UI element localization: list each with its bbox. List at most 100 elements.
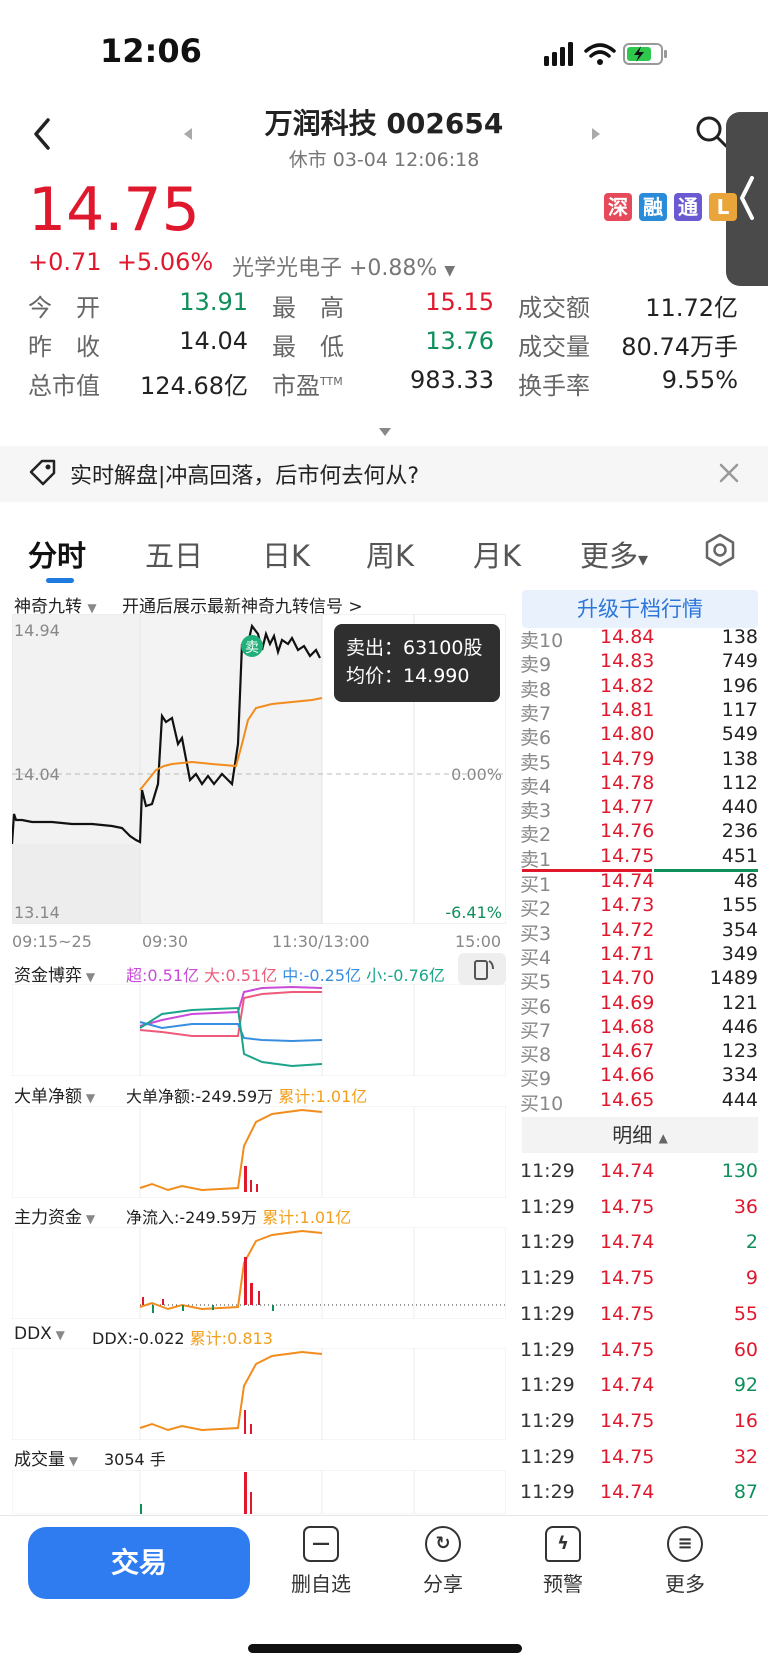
- volume-panel-selector[interactable]: 成交量 ▼: [14, 1445, 78, 1470]
- ddx-chart: [12, 1348, 506, 1440]
- orderbook-row: 买10 14.65 444: [520, 1088, 758, 1115]
- orderbook-level: 买7: [520, 1019, 552, 1042]
- nav-alert[interactable]: ϟ 预警: [528, 1526, 598, 1597]
- detail-time: 11:29: [520, 1302, 575, 1325]
- capital-chart: [12, 984, 506, 1076]
- expand-stats-icon[interactable]: [378, 427, 392, 437]
- detail-volume: 2: [745, 1231, 758, 1254]
- sector-change[interactable]: 光学光电子 +0.88% ▼: [232, 250, 455, 282]
- orderbook-level: 买10: [520, 1092, 564, 1115]
- settings-icon[interactable]: [702, 532, 738, 568]
- home-indicator: [248, 1644, 522, 1653]
- nav-label: 更多: [665, 1572, 705, 1596]
- bignet-chart: [12, 1106, 506, 1198]
- stat-label: 成交量: [518, 333, 590, 361]
- share-icon: ↻: [425, 1526, 461, 1562]
- trade-detail-row: 11:29 14.75 36: [520, 1196, 758, 1232]
- status-icons: [544, 42, 667, 66]
- detail-time: 11:29: [520, 1338, 575, 1361]
- tab-4[interactable]: 月K: [473, 533, 521, 575]
- y-high-label: 14.94: [14, 621, 60, 640]
- orderbook-volume: 117: [721, 698, 758, 721]
- orderbook-level: 买8: [520, 1044, 552, 1067]
- orderbook-price: 14.83: [600, 650, 655, 673]
- tab-3[interactable]: 周K: [366, 533, 414, 575]
- orderbook-volume: 444: [721, 1088, 758, 1111]
- caret-down-icon: ▼: [444, 263, 456, 279]
- orderbook-row: 买3 14.72 354: [520, 918, 758, 945]
- orderbook-row: 卖1 14.75 451: [520, 845, 758, 871]
- stat-value: 13.91: [179, 288, 248, 316]
- upgrade-orderbook-button[interactable]: 升级千档行情: [522, 590, 758, 628]
- close-icon[interactable]: [718, 462, 740, 484]
- detail-label: 明细: [612, 1123, 653, 1147]
- trade-button[interactable]: 交易: [28, 1527, 250, 1599]
- detail-volume: 16: [733, 1409, 758, 1432]
- orderbook-level: 卖4: [520, 775, 552, 798]
- x-label-midday: 11:30/13:00: [272, 932, 370, 951]
- nav-share[interactable]: ↻ 分享: [408, 1526, 478, 1597]
- search-icon[interactable]: [694, 114, 730, 150]
- orderbook-volume: 440: [721, 796, 758, 819]
- nav-label: 删自选: [291, 1572, 351, 1596]
- detail-volume: 87: [733, 1481, 758, 1504]
- rotate-screen-button[interactable]: [458, 953, 506, 985]
- orderbook-price: 14.74: [600, 870, 655, 892]
- x-label-open: 09:30: [142, 932, 189, 951]
- orderbook-level: 卖5: [520, 751, 552, 774]
- change-value: +0.71: [28, 248, 102, 276]
- market-badge: L: [709, 193, 737, 221]
- y-mid-label: 14.04: [14, 765, 60, 784]
- detail-time: 11:29: [520, 1374, 575, 1397]
- wifi-icon: [584, 43, 616, 58]
- tag-icon: [29, 459, 56, 486]
- status-time: 12:06: [100, 32, 202, 70]
- orderbook-price: 14.79: [600, 747, 655, 770]
- trade-detail-row: 11:29 14.74 130: [520, 1160, 758, 1196]
- detail-time: 11:29: [520, 1481, 575, 1504]
- tab-5[interactable]: 更多▾: [580, 533, 648, 575]
- volume-value: 3054 手: [104, 1450, 166, 1469]
- orderbook-price: 14.80: [600, 723, 655, 746]
- news-text[interactable]: 实时解盘|冲高回落，后市何去何从?: [70, 458, 419, 490]
- stat-label: 市盈TTM: [272, 372, 343, 400]
- caret-down-icon: ▼: [65, 1454, 79, 1468]
- caret-up-icon: ▲: [658, 1131, 668, 1145]
- main-panel-selector[interactable]: 主力资金 ▼: [14, 1203, 95, 1228]
- orderbook-volume: 123: [721, 1040, 758, 1063]
- nav-minus[interactable]: — 删自选: [286, 1526, 356, 1597]
- main-legend: 净流入:-249.59万 累计:1.01亿: [126, 1204, 351, 1228]
- stat-value: 9.55%: [661, 366, 738, 394]
- orderbook-row: 买2 14.73 155: [520, 894, 758, 921]
- orderbook-row: 卖8 14.82 196: [520, 675, 758, 701]
- trade-detail-row: 11:29 14.75 16: [520, 1410, 758, 1446]
- orderbook-volume: 354: [721, 918, 758, 941]
- orderbook-level: 买9: [520, 1068, 552, 1091]
- capital-mid: 中:-0.25亿: [282, 966, 362, 985]
- orderbook-row: 买6 14.69 121: [520, 992, 758, 1018]
- caret-down-icon: ▼: [87, 601, 97, 615]
- orderbook-price: 14.81: [600, 698, 655, 721]
- tab-0[interactable]: 分时: [28, 533, 86, 575]
- nav-menu[interactable]: ≡ 更多: [650, 1526, 720, 1597]
- tab-1[interactable]: 五日: [145, 533, 203, 575]
- detail-time: 11:29: [520, 1160, 575, 1182]
- rotate-icon: [474, 960, 494, 980]
- y-low-label: 13.14: [14, 903, 60, 922]
- stat-value: 13.76: [425, 327, 494, 355]
- stat-label: 最 低: [272, 333, 344, 361]
- capital-super: 超:0.51亿: [126, 966, 200, 985]
- nav-label: 分享: [423, 1572, 463, 1596]
- morning-session-bg: [140, 614, 322, 924]
- orderbook-price: 14.68: [600, 1015, 655, 1038]
- orderbook-level: 买2: [520, 898, 552, 921]
- orderbook-price: 14.65: [600, 1088, 655, 1111]
- trade-detail-row: 11:29 14.74 2: [520, 1231, 758, 1267]
- capital-panel-selector[interactable]: 资金博弈 ▼: [14, 961, 95, 986]
- detail-toggle[interactable]: 明细 ▲: [522, 1117, 758, 1153]
- ddx-panel-selector[interactable]: DDX ▼: [14, 1324, 65, 1344]
- bignet-panel-selector[interactable]: 大单净额 ▼: [14, 1082, 95, 1107]
- tab-2[interactable]: 日K: [262, 533, 310, 575]
- orderbook-volume: 48: [733, 870, 758, 892]
- detail-time: 11:29: [520, 1409, 575, 1432]
